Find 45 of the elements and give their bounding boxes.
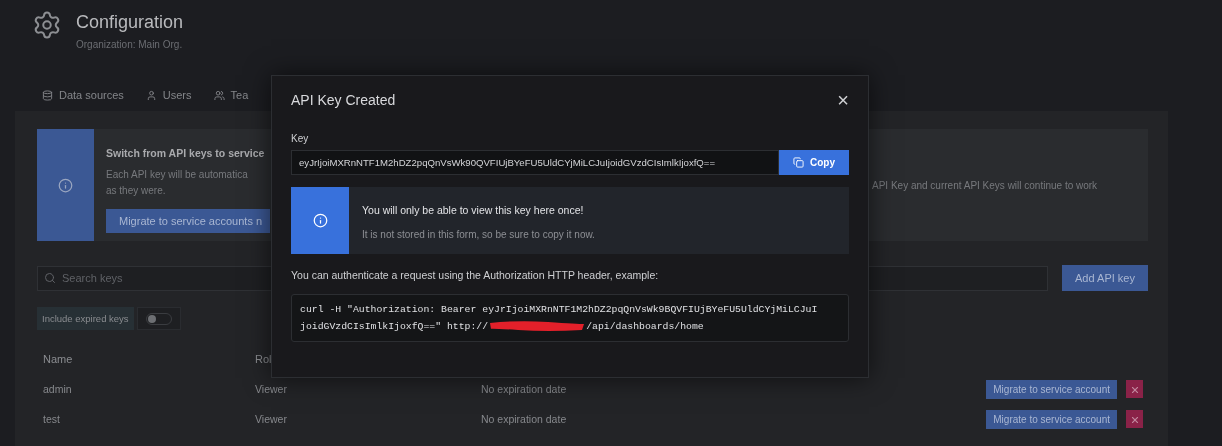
info-icon bbox=[312, 213, 328, 228]
users-icon bbox=[213, 89, 225, 101]
nav-tab[interactable]: Data sources bbox=[42, 89, 124, 109]
banner-text: API Key and current API Keys will continue to work bbox=[872, 180, 1098, 191]
migrate-button[interactable]: Migrate to service accounts n bbox=[106, 209, 271, 233]
code-line: /api/dashboards/home bbox=[586, 320, 704, 332]
user-icon bbox=[145, 89, 157, 101]
close-icon bbox=[1131, 386, 1138, 393]
key-label: Key bbox=[291, 133, 310, 144]
table-cell: test bbox=[43, 413, 60, 425]
alert-title: You will only be able to view this key here once! bbox=[362, 204, 585, 216]
table-cell: Viewer bbox=[255, 383, 287, 395]
code-line: joidGVzdCIsImlkIjoxfQ==" http:// bbox=[300, 320, 489, 332]
database-icon bbox=[42, 89, 53, 101]
table-cell: admin bbox=[43, 383, 72, 395]
add-api-key-button[interactable]: Add API key bbox=[1062, 265, 1148, 291]
dialog-title: API Key Created bbox=[291, 92, 396, 108]
copy-icon bbox=[793, 157, 804, 168]
page-subtitle: Organization: Main Org. bbox=[76, 39, 184, 50]
page-title: Configuration bbox=[76, 12, 184, 33]
copy-button[interactable]: Copy bbox=[779, 150, 849, 175]
key-field[interactable]: eyJrIjoiMXRnNTF1M2hDZ2pqQnVsWk90QVFIUjBYeFU5UldCYjMiLCJuIjoidGVzdCIsImlkIjoxfQ== bbox=[291, 150, 779, 175]
banner-text: Each API key will be automatica bbox=[106, 169, 249, 180]
migrate-button[interactable]: Migrate to service account bbox=[986, 379, 1117, 399]
close-button[interactable]: × bbox=[837, 90, 849, 110]
alert-text: It is not stored in this form, so be sure to copy it now. bbox=[362, 229, 595, 240]
nav-tab[interactable]: Users bbox=[145, 89, 192, 109]
close-icon bbox=[1131, 416, 1138, 423]
migrate-button[interactable]: Migrate to service account bbox=[986, 409, 1117, 429]
column-header: Name bbox=[43, 353, 73, 365]
nav-tab[interactable]: Tea bbox=[213, 89, 249, 109]
column-header: Rol bbox=[255, 353, 272, 365]
table-cell: Viewer bbox=[255, 413, 287, 425]
banner-text: as they were. bbox=[106, 185, 167, 196]
code-line: curl -H "Authorization: Bearer eyJrIjoiMXRnNTF1M2hDZ2pqQnVsWk9BQVFIUjBYeFU5UldCYjMiLCJuI bbox=[300, 304, 818, 315]
toggle-label: Include expired keys bbox=[37, 307, 134, 330]
usage-hint: You can authenticate a request using the Authorization HTTP header, example: bbox=[291, 269, 660, 281]
delete-button[interactable] bbox=[1126, 410, 1143, 428]
info-icon bbox=[58, 177, 73, 193]
table-cell: No expiration date bbox=[481, 383, 567, 395]
search-icon bbox=[44, 272, 56, 284]
settings-icon bbox=[32, 10, 62, 40]
delete-button[interactable] bbox=[1126, 380, 1143, 398]
table-cell: No expiration date bbox=[481, 413, 567, 425]
banner-title: Switch from API keys to service bbox=[106, 147, 266, 159]
